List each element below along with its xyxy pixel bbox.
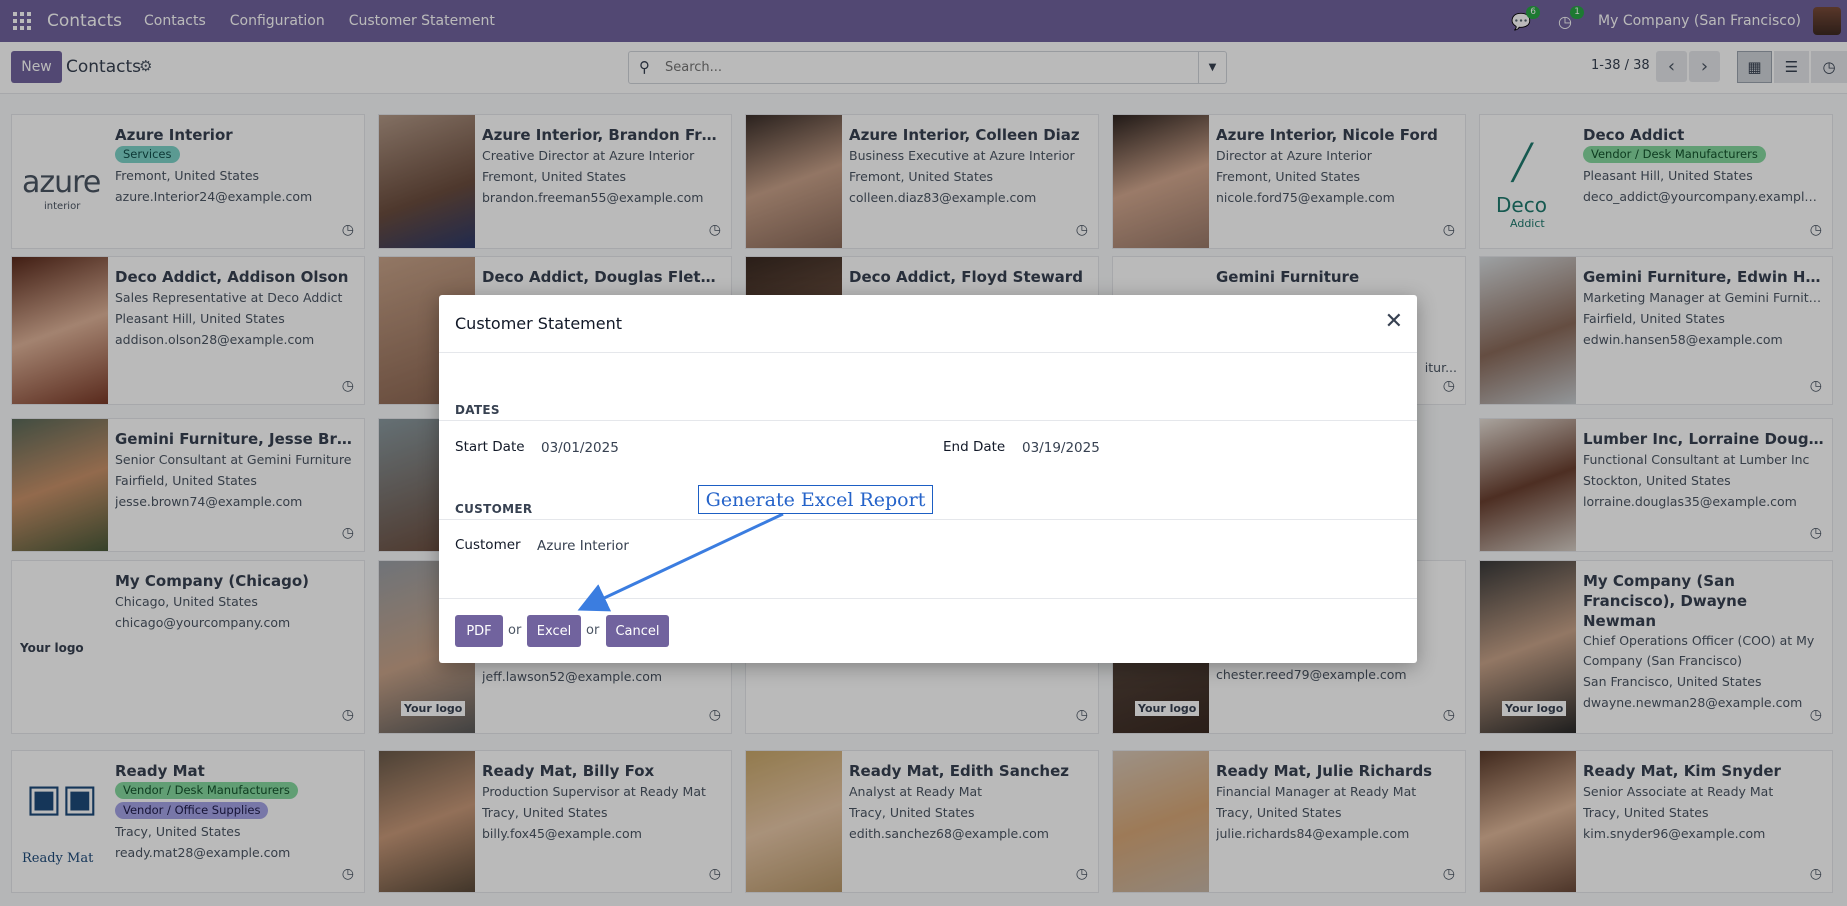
annotation-arrow xyxy=(577,512,784,612)
annotation-callout: Generate Excel Report xyxy=(698,485,933,514)
